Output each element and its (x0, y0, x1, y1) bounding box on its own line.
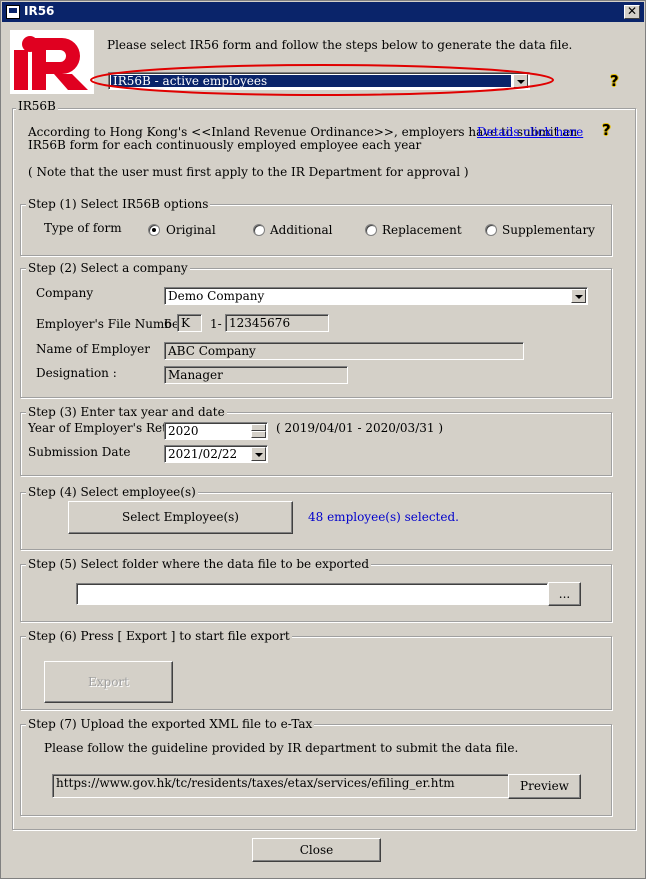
approval-note: ( Note that the user must first apply to… (28, 165, 469, 179)
radio-supplementary-label[interactable]: Supplementary (502, 223, 595, 237)
step6-legend: Step (6) Press [ Export ] to start file … (26, 629, 292, 643)
radio-additional-label[interactable]: Additional (270, 223, 332, 237)
submission-date-label: Submission Date (28, 445, 131, 459)
radio-replacement-label[interactable]: Replacement (382, 223, 462, 237)
export-folder-input[interactable] (76, 583, 548, 605)
submission-date-picker[interactable]: 2021/02/22 (164, 445, 268, 463)
radio-original[interactable] (148, 224, 160, 236)
highlight-ellipse (90, 64, 554, 96)
step3-legend: Step (3) Enter tax year and date (26, 405, 227, 419)
details-link[interactable]: Details click here (477, 125, 583, 139)
employer-name-field: ABC Company (164, 342, 524, 360)
company-label: Company (36, 286, 94, 300)
year-stepper[interactable]: 2020 (164, 422, 268, 440)
chevron-down-icon[interactable] (251, 447, 266, 461)
file-number-field: 12345676 (225, 314, 329, 332)
browse-folder-button[interactable]: ... (548, 582, 581, 606)
chevron-down-icon[interactable] (571, 289, 586, 303)
radio-additional[interactable] (253, 224, 265, 236)
header-instruction: Please select IR56 form and follow the s… (107, 38, 573, 52)
file-number-letter: K (177, 314, 202, 332)
spin-buttons[interactable] (251, 424, 266, 438)
step7-group (20, 724, 612, 816)
spin-down-icon[interactable] (251, 431, 266, 438)
company-select-value: Demo Company (168, 289, 265, 303)
preview-button[interactable]: Preview (508, 774, 581, 799)
close-icon[interactable]: ✕ (624, 5, 640, 19)
step1-legend: Step (1) Select IR56B options (26, 197, 211, 211)
year-value: 2020 (168, 424, 199, 438)
step5-legend: Step (5) Select folder where the data fi… (26, 557, 372, 571)
submission-date-value: 2021/02/22 (168, 447, 238, 461)
year-range: ( 2019/04/01 - 2020/03/31 ) (276, 421, 444, 435)
export-button[interactable]: Export (44, 661, 173, 703)
help-icon[interactable]: ? (602, 121, 611, 139)
window-icon[interactable] (6, 5, 20, 19)
radio-original-label[interactable]: Original (166, 223, 216, 237)
help-icon[interactable]: ? (610, 72, 619, 90)
file-number-prefix: 6 (164, 317, 172, 331)
etax-url-field[interactable]: https://www.gov.hk/tc/residents/taxes/et… (52, 774, 510, 798)
step4-legend: Step (4) Select employee(s) (26, 485, 198, 499)
type-of-form-label: Type of form (44, 221, 122, 235)
ir-logo (10, 30, 94, 94)
designation-field: Manager (164, 366, 348, 384)
radio-replacement[interactable] (365, 224, 377, 236)
intro-line-2: IR56B form for each continuously employe… (28, 138, 422, 152)
title-bar[interactable]: IR56 ✕ (2, 2, 644, 22)
step7-legend: Step (7) Upload the exported XML file to… (26, 717, 315, 731)
radio-supplementary[interactable] (485, 224, 497, 236)
select-employees-button[interactable]: Select Employee(s) (68, 501, 293, 534)
upload-guideline: Please follow the guideline provided by … (44, 741, 519, 755)
ir56b-group-label: IR56B (16, 99, 58, 113)
designation-label: Designation : (36, 366, 117, 380)
employer-name-label: Name of Employer (36, 342, 150, 356)
file-number-dash: 1- (210, 317, 222, 331)
step2-legend: Step (2) Select a company (26, 261, 190, 275)
employees-selected-status: 48 employee(s) selected. (308, 510, 459, 524)
close-button[interactable]: Close (252, 838, 381, 862)
window-title: IR56 (24, 4, 55, 18)
company-select[interactable]: Demo Company (164, 287, 588, 305)
spin-up-icon[interactable] (251, 424, 266, 431)
